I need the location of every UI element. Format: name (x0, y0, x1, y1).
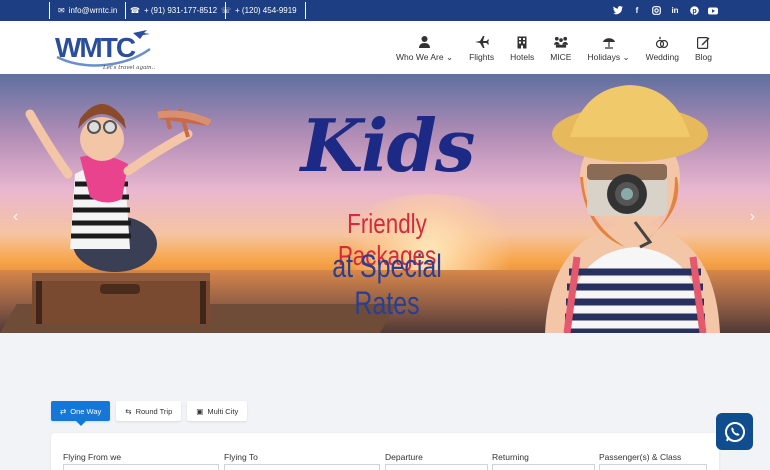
umbrella-icon (602, 35, 616, 49)
people-icon (553, 35, 568, 49)
user-icon (418, 35, 432, 49)
tab-label-multi-city: Multi City (207, 406, 239, 416)
flying-to-field[interactable]: Flying To (224, 452, 380, 470)
nav-holidays[interactable]: Holidays ⌄ (579, 35, 637, 63)
child-with-camera-image (545, 85, 720, 333)
plane-icon (474, 35, 489, 49)
main-nav: Who We Are ⌄ Flights Hotels MICE Holiday… (388, 35, 720, 63)
hero-subtitle-2: at Special Rates (332, 248, 442, 321)
hero-banner: ‹ › Kids Friendly Packages at Special Ra… (0, 74, 770, 333)
nav-label-wedding: Wedding (645, 52, 679, 62)
nav-who-we-are[interactable]: Who We Are ⌄ (388, 35, 461, 63)
nav-flights[interactable]: Flights (461, 35, 502, 63)
phone-contact-1[interactable]: ☎ + (91) 931-177-8512 (122, 2, 227, 19)
nav-label-mice: MICE (550, 52, 572, 62)
departure-field[interactable]: Departure (385, 452, 488, 470)
flight-search-form: Flying From we Flying To Departure Retur… (51, 433, 719, 470)
chevron-down-icon: ⌄ (622, 52, 630, 62)
flying-from-input[interactable] (63, 464, 219, 470)
one-way-icon: ⇄ (60, 406, 67, 416)
whatsapp-icon (724, 421, 745, 442)
flying-to-input[interactable] (224, 464, 380, 470)
flying-to-label: Flying To (224, 452, 258, 462)
landline-icon: ☏ (221, 6, 232, 15)
facebook-icon[interactable]: f (632, 6, 642, 16)
nav-label-holidays: Holidays (587, 52, 621, 62)
returning-field[interactable]: Returning (492, 452, 595, 470)
email-contact[interactable]: ✉ info@wrntc.in (49, 2, 127, 19)
passengers-class-label: Passenger(s) & Class (599, 452, 682, 462)
returning-label: Returning (492, 452, 529, 462)
flying-from-label: Flying From we (63, 452, 122, 462)
youtube-icon[interactable] (708, 6, 718, 16)
nav-mice[interactable]: MICE (542, 35, 579, 63)
returning-input[interactable] (492, 464, 595, 470)
svg-text:p: p (692, 8, 696, 15)
linkedin-icon[interactable]: in (670, 6, 680, 16)
passengers-class-input[interactable] (599, 464, 707, 470)
building-icon (515, 35, 529, 49)
svg-text:WMTC: WMTC (55, 32, 136, 63)
passengers-class-field[interactable]: Passenger(s) & Class (599, 452, 707, 470)
flying-from-field[interactable]: Flying From we (63, 452, 219, 470)
carousel-next-button[interactable]: › (750, 208, 755, 226)
nav-label-flights: Flights (469, 52, 495, 62)
carousel-prev-button[interactable]: ‹ (13, 208, 18, 226)
tab-label-one-way: One Way (70, 406, 102, 416)
email-text: info@wrntc.in (68, 6, 118, 15)
nav-blog[interactable]: Blog (687, 35, 720, 63)
edit-icon (696, 35, 710, 49)
hero-title: Kids (300, 103, 476, 188)
tab-round-trip[interactable]: ⇆ Round Trip (116, 401, 182, 421)
nav-label-blog: Blog (694, 52, 712, 62)
nav-label-hotels: Hotels (510, 52, 535, 62)
nav-hotels[interactable]: Hotels (502, 35, 542, 63)
rings-icon (655, 35, 669, 49)
departure-label: Departure (385, 452, 423, 462)
svg-text:Let's travel again...: Let's travel again... (102, 65, 155, 71)
round-trip-icon: ⇆ (125, 406, 132, 416)
phone-contact-2[interactable]: ☏ + (120) 454-9919 (213, 2, 306, 19)
twitter-icon[interactable] (613, 6, 623, 16)
pinterest-icon[interactable]: p (689, 6, 699, 16)
whatsapp-button[interactable] (716, 413, 753, 450)
phone-icon: ☎ (130, 6, 140, 15)
booking-tabs: ⇄ One Way ⇆ Round Trip ▣ Multi City (51, 401, 248, 426)
instagram-icon[interactable] (651, 6, 661, 16)
child-with-toy-plane-image (25, 104, 212, 324)
nav-label-who-we-are: Who We Are (396, 52, 444, 62)
tab-label-round-trip: Round Trip (135, 406, 173, 416)
phone-text-1: + (91) 931-177-8512 (143, 6, 218, 15)
departure-input[interactable] (385, 464, 488, 470)
social-links: f in p (613, 0, 718, 21)
main-header: WMTC Let's travel again... Who We Are ⌄ … (0, 21, 770, 74)
tab-multi-city[interactable]: ▣ Multi City (187, 401, 248, 421)
phone-text-2: + (120) 454-9919 (235, 6, 297, 15)
nav-wedding[interactable]: Wedding (638, 35, 687, 63)
tab-one-way[interactable]: ⇄ One Way (51, 401, 111, 426)
chevron-down-icon: ⌄ (445, 52, 454, 62)
multi-city-icon: ▣ (196, 406, 204, 416)
top-contact-bar: ✉ info@wrntc.in ☎ + (91) 931-177-8512 ☏ … (0, 0, 770, 21)
mail-icon: ✉ (58, 6, 65, 15)
site-logo[interactable]: WMTC Let's travel again... (55, 27, 157, 71)
